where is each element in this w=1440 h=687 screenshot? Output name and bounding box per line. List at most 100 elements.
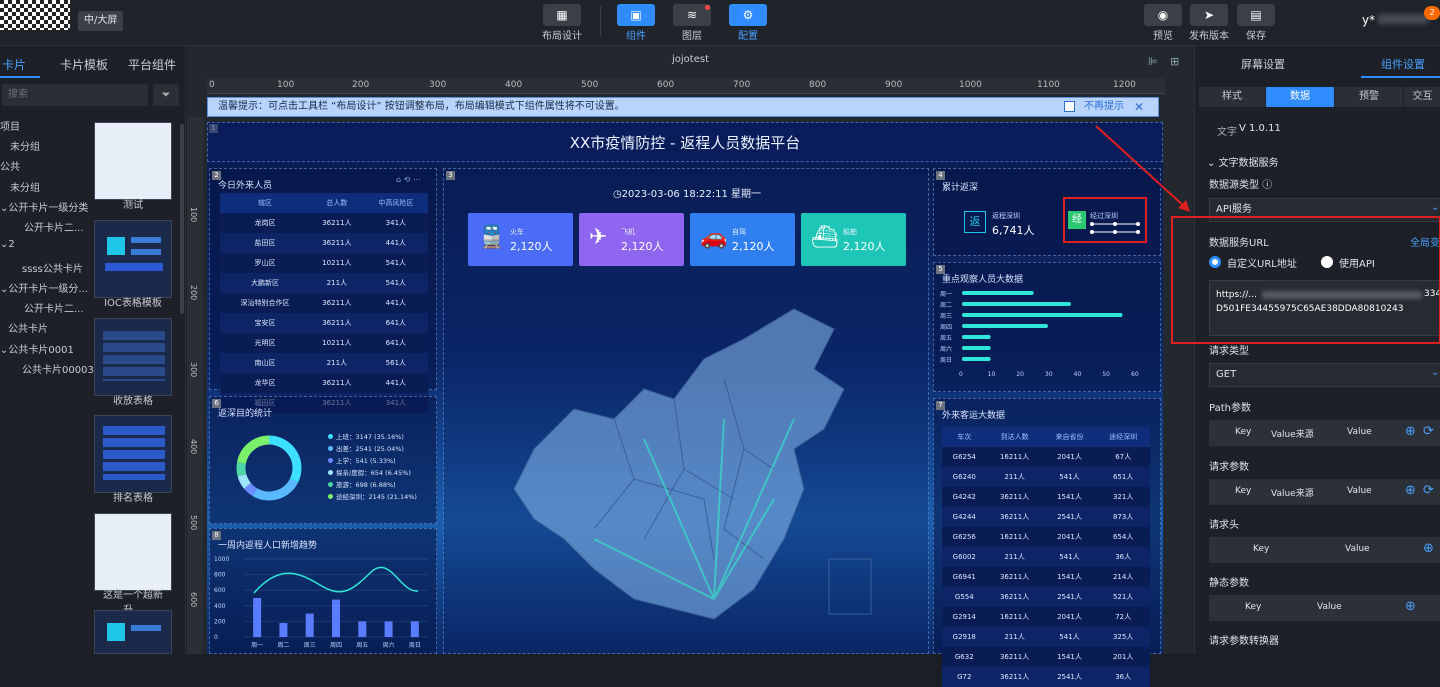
col-key: Key (1235, 427, 1252, 437)
bar-category-label: 周一 (940, 291, 952, 298)
panel-weekly-trend[interactable]: 8 一周内返程人口新增趋势 1000 800 600 400 200 0 周一 周二 周三 周四周… (209, 528, 437, 654)
add-icon[interactable]: ⊕ (1405, 599, 1416, 614)
add-icon[interactable]: ⊕ (1423, 541, 1434, 556)
config-label[interactable]: 配置 (718, 27, 778, 42)
section-header[interactable]: ⌄ 文字数据服务 (1207, 154, 1279, 169)
tree-item[interactable]: 公开卡片二... (24, 219, 84, 234)
subtab-interaction[interactable]: 交互 (1404, 87, 1440, 107)
observation-bar (962, 335, 991, 339)
ruler-tick: 1200 (1113, 80, 1136, 90)
save-icon[interactable]: ▤ (1237, 4, 1275, 26)
tab-screen-settings[interactable]: 屏幕设置 (1241, 56, 1285, 72)
subtab-alert[interactable]: 预警 (1335, 87, 1403, 107)
save-label[interactable]: 保存 (1226, 27, 1286, 42)
legend-item: 探亲/度假：654 (6.45%) (328, 467, 417, 479)
clock-icon: ◷ (612, 189, 622, 200)
chevron-down-icon[interactable]: ⌄ (1431, 367, 1439, 378)
panel-key-observation[interactable]: 5 重点观察人员大数据 周一 周二 周三 周四 周五 周六 周日 0 10 20 30 40 50 60 (933, 262, 1161, 392)
table-cell: G6254 (942, 447, 987, 467)
table-header: 辖区 (220, 193, 310, 213)
table-cell: 36人 (1096, 547, 1150, 567)
close-icon[interactable]: ✕ (1134, 98, 1144, 116)
panel-center-map[interactable]: 3 ◷2023-03-06 18:22:11 星期一 🚆 火车 2,120人 ✈ 飞机… (443, 168, 929, 654)
card-thumbnail[interactable] (94, 122, 172, 200)
static-params-row: Key Value ⊕ (1209, 595, 1440, 621)
card-thumbnail[interactable] (94, 318, 172, 396)
tree-item[interactable]: 公开卡片二... (24, 300, 84, 315)
tree-item[interactable]: 项目 (0, 118, 20, 133)
chevron-down-icon[interactable]: ⌄ (1431, 202, 1439, 213)
gear-icon[interactable]: ⚙ (729, 4, 767, 26)
panel-passenger-data[interactable]: 7 外来客运大数据 车次 到达人数 来自省份 途经深圳 G6254 16211人 2… (933, 398, 1161, 687)
eye-icon[interactable]: ◉ (1144, 4, 1182, 26)
col-value: Value (1317, 602, 1342, 612)
tree-item[interactable]: ⌄公开卡片一级分类 (0, 199, 88, 214)
table-cell: 36211人 (309, 373, 364, 393)
stat-card-plane[interactable]: ✈ 飞机 2,120人 (579, 213, 684, 266)
card-thumbnail[interactable] (94, 415, 172, 493)
filter-icon[interactable]: ⏷ (153, 84, 179, 106)
col-value: Value (1347, 486, 1372, 496)
y-tick-label: 400 (214, 603, 226, 610)
dismiss-label[interactable]: 不再提示 (1084, 98, 1124, 116)
tree-item[interactable]: ⌄2 (0, 239, 15, 250)
refresh-icon[interactable]: ⟳ (1423, 483, 1434, 498)
legend-item: 出差：2541 (25.04%) (328, 443, 417, 455)
grid-icon[interactable]: ⊞ (1170, 55, 1179, 68)
method-select[interactable]: GET (1209, 363, 1440, 387)
trend-bar (332, 599, 340, 637)
add-icon[interactable]: ⊕ (1405, 424, 1416, 439)
help-icon[interactable]: ⓘ (1262, 180, 1272, 191)
table-cell: 36211人 (986, 487, 1043, 507)
ruler-tick: 200 (189, 285, 198, 301)
subtab-data[interactable]: 数据 (1266, 87, 1334, 107)
panel-purpose-stats[interactable]: 6 返深目的统计 上班：3147 (35.16%) 出差：2541 (25.04%… (209, 396, 437, 524)
car-icon: 🚗 (700, 225, 728, 250)
component-icon[interactable]: ▣ (617, 4, 655, 26)
align-icon[interactable]: ⊫ (1148, 55, 1158, 68)
tab-platform-components[interactable]: 平台组件 (128, 56, 176, 73)
tab-cards[interactable]: 卡片 (2, 56, 26, 73)
tree-item[interactable]: 未分组 (10, 179, 40, 194)
tree-item[interactable]: ssss公共卡片 (22, 260, 83, 275)
tree-item[interactable]: ⌄公共卡片0001 (0, 341, 74, 356)
layout-tip-banner: 温馨提示：可点击工具栏 “布局设计” 按钮调整布局，布局编辑模式下组件属性将不可… (207, 97, 1159, 117)
table-cell: 541人 (1042, 627, 1097, 647)
card-thumbnail[interactable] (94, 610, 172, 654)
send-icon[interactable]: ➤ (1190, 4, 1228, 26)
table-row: G6256 16211人 2041人 654人 (942, 527, 1150, 547)
tree-scrollbar[interactable] (180, 124, 184, 314)
tab-card-templates[interactable]: 卡片模板 (60, 56, 108, 73)
card-thumbnail[interactable] (94, 220, 172, 298)
layout-design-label[interactable]: 布局设计 (532, 27, 592, 42)
notification-badge[interactable]: 2 (1424, 6, 1440, 20)
panel-today-visitors[interactable]: 2 今日外来人员 ⌂ ⟲ ⋯ 辖区 总人数 中高风险区 龙岗区 36211人 341… (209, 168, 437, 413)
search-input[interactable]: 搜索 (2, 84, 148, 106)
layout-icon[interactable]: ▦ (543, 4, 581, 26)
tree-item[interactable]: 公共卡片00003 (22, 361, 94, 376)
table-row: G6240 211人 541人 651人 (942, 467, 1150, 487)
stat-card-train[interactable]: 🚆 火车 2,120人 (468, 213, 573, 266)
col-value-source: Value来源 (1271, 489, 1314, 499)
tab-component-settings[interactable]: 组件设置 (1381, 56, 1425, 72)
table-cell: 龙岗区 (220, 213, 310, 233)
user-name[interactable]: y* (1362, 13, 1375, 27)
tree-item[interactable]: 公共卡片 (8, 320, 48, 335)
tree-item[interactable]: ⌄公开卡片一级分... (0, 280, 88, 295)
layers-label[interactable]: 图层 (662, 27, 722, 42)
component-label[interactable]: 组件 (606, 27, 666, 42)
tree-item[interactable]: 公共 (0, 158, 20, 173)
screen-size-tag[interactable]: 中/大屏 (78, 11, 124, 31)
card-thumbnail[interactable] (94, 513, 172, 591)
subtab-style[interactable]: 样式 (1199, 87, 1265, 107)
stat-card-ship[interactable]: ⛴ 船舶 2,120人 (801, 213, 906, 266)
add-icon[interactable]: ⊕ (1405, 483, 1416, 498)
panel-actions-icon[interactable]: ⌂ ⟲ ⋯ (396, 175, 421, 184)
purpose-donut-chart (236, 435, 302, 501)
col-key: Key (1245, 602, 1262, 612)
stat-label: 自驾 (732, 228, 746, 236)
stat-card-car[interactable]: 🚗 自驾 2,120人 (690, 213, 795, 266)
dismiss-checkbox[interactable] (1064, 101, 1075, 112)
tree-item[interactable]: 未分组 (10, 138, 40, 153)
refresh-icon[interactable]: ⟳ (1423, 424, 1434, 439)
